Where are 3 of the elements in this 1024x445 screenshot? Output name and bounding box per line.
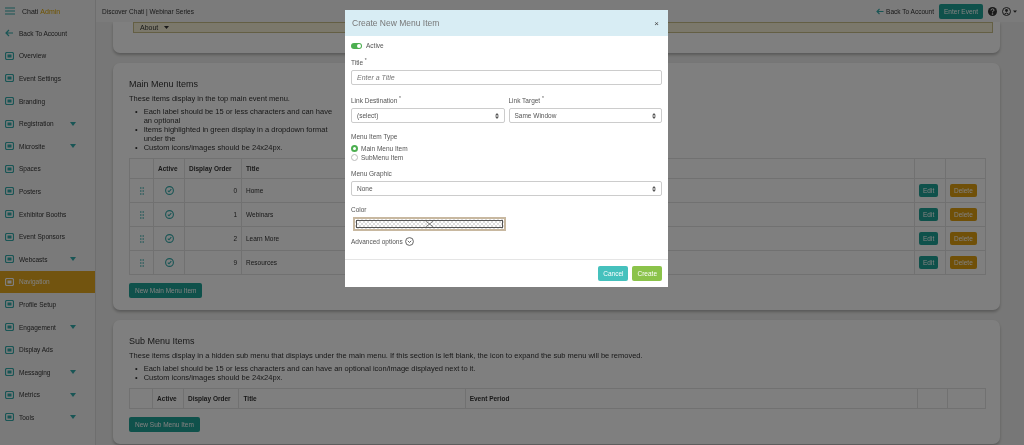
modal-title: Create New Menu Item xyxy=(352,18,440,28)
section-title: Sub Menu Items xyxy=(129,336,195,346)
section-title: Main Menu Items xyxy=(129,79,199,89)
